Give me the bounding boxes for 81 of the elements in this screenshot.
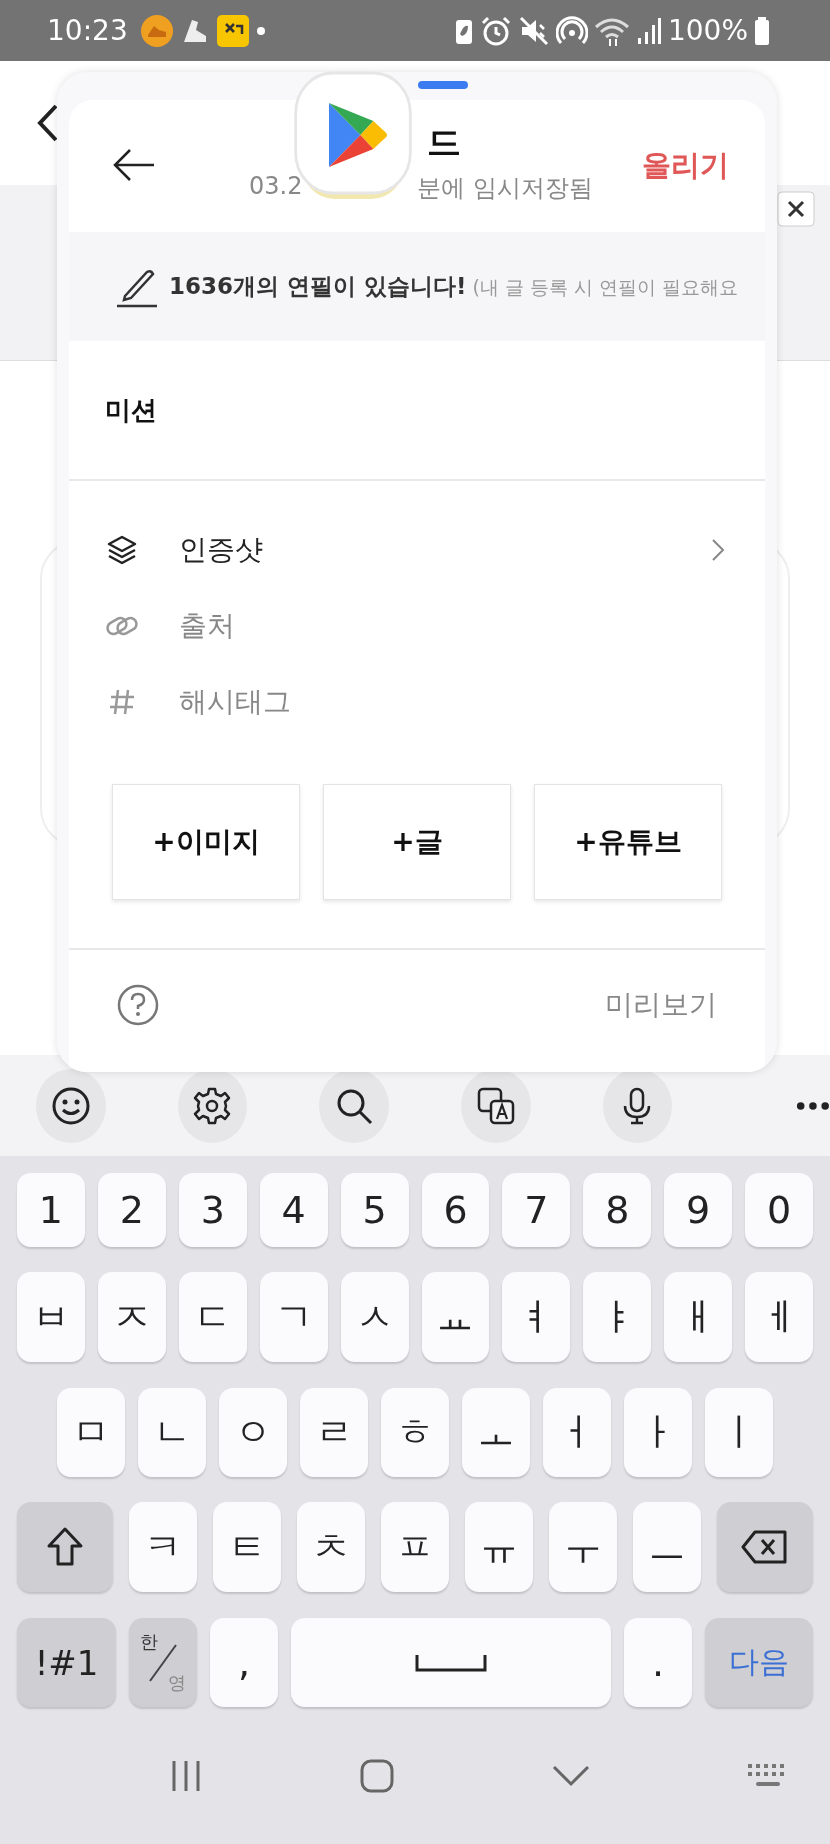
key[interactable]: ㅅ <box>340 1272 409 1362</box>
option-label: 해시태그 <box>179 684 292 720</box>
app-tile-icon <box>215 13 250 48</box>
key[interactable]: 4 <box>259 1173 328 1247</box>
key[interactable]: ㅈ <box>97 1272 166 1362</box>
more-icon[interactable] <box>796 1100 830 1111</box>
notification-icon <box>139 13 174 48</box>
key[interactable]: ㅗ <box>462 1388 530 1477</box>
drag-handle[interactable] <box>418 81 468 89</box>
dot-icon <box>255 25 266 36</box>
language-key[interactable]: 한 영 <box>129 1618 197 1707</box>
key[interactable]: ㅏ <box>624 1388 692 1477</box>
alarm-icon <box>479 14 512 47</box>
smiley-icon <box>50 1085 91 1126</box>
space-bar-icon <box>415 1652 487 1673</box>
back-arrow-icon[interactable] <box>112 147 156 183</box>
key[interactable]: ㅡ <box>633 1502 701 1592</box>
key[interactable]: ㅜ <box>549 1502 617 1592</box>
key[interactable]: ㅍ <box>381 1502 449 1592</box>
key[interactable]: 6 <box>421 1173 490 1247</box>
option-label: 출처 <box>179 608 236 644</box>
key[interactable]: 9 <box>664 1173 733 1247</box>
settings-icon <box>192 1085 233 1126</box>
battery-level: 100% <box>667 14 748 47</box>
key[interactable]: 0 <box>745 1173 814 1247</box>
option-label: 인증샷 <box>179 532 264 568</box>
key[interactable]: ㅑ <box>583 1272 652 1362</box>
option-row[interactable]: 해시태그 <box>69 664 765 740</box>
key[interactable]: ㄹ <box>300 1388 368 1477</box>
key[interactable]: 1 <box>17 1173 85 1247</box>
key[interactable]: 3 <box>178 1173 247 1247</box>
shift-key[interactable] <box>17 1502 113 1592</box>
key[interactable]: ㄱ <box>259 1272 328 1362</box>
key[interactable]: . <box>624 1618 692 1707</box>
key[interactable]: ㅇ <box>219 1388 287 1477</box>
layers-icon <box>105 534 139 566</box>
key[interactable]: ㅛ <box>421 1272 490 1362</box>
key[interactable]: 5 <box>340 1173 409 1247</box>
symbols-key[interactable]: !#1 <box>17 1618 116 1707</box>
signal-icon <box>635 15 662 46</box>
status-time: 10:23 <box>47 14 128 47</box>
key[interactable]: ㅊ <box>297 1502 365 1592</box>
option-row[interactable]: 인증샷 <box>69 512 765 588</box>
add-content-button[interactable]: +글 <box>323 784 511 900</box>
option-row[interactable]: 출처 <box>69 588 765 664</box>
pencil-count-text: 1636개의 연필이 있습니다! (내 글 등록 시 연필이 필요해요 <box>169 272 739 301</box>
chevron-right-icon <box>711 538 725 562</box>
key[interactable]: ㄴ <box>138 1388 206 1477</box>
key[interactable]: ㅔ <box>745 1272 814 1362</box>
key[interactable]: ㅋ <box>129 1502 197 1592</box>
home-icon[interactable] <box>359 1757 396 1794</box>
add-content-button[interactable]: +이미지 <box>112 784 300 900</box>
add-content-button[interactable]: +유튜브 <box>534 784 722 900</box>
key[interactable]: ㅐ <box>664 1272 733 1362</box>
mute-icon <box>517 14 550 47</box>
preview-button[interactable]: 미리보기 <box>605 986 717 1024</box>
translate-icon <box>475 1085 516 1126</box>
key[interactable]: ㅁ <box>57 1388 125 1477</box>
key[interactable]: ㅂ <box>17 1272 85 1362</box>
key[interactable]: ㅠ <box>465 1502 533 1592</box>
key[interactable]: 8 <box>583 1173 652 1247</box>
key[interactable]: ㅣ <box>705 1388 773 1477</box>
save-status: 분에 임시저장됨 <box>417 173 593 204</box>
key[interactable]: , <box>210 1618 278 1707</box>
help-icon[interactable] <box>117 984 159 1026</box>
page-title: 드 <box>427 121 461 164</box>
key[interactable]: ㅎ <box>381 1388 449 1477</box>
mission-label: 미션 <box>69 341 765 481</box>
backspace-icon <box>741 1529 789 1565</box>
key[interactable]: 2 <box>97 1173 166 1247</box>
submit-button[interactable]: 올리기 <box>642 146 729 186</box>
battery-icon <box>754 15 770 46</box>
back-icon[interactable] <box>36 103 60 143</box>
close-icon[interactable] <box>777 191 815 227</box>
backspace-key[interactable] <box>717 1502 813 1592</box>
key[interactable]: ㅓ <box>543 1388 611 1477</box>
key[interactable]: 7 <box>502 1173 571 1247</box>
save-status: 03.2 <box>249 172 303 200</box>
key[interactable]: ㅌ <box>213 1502 281 1592</box>
key[interactable]: ㅕ <box>502 1272 571 1362</box>
key[interactable]: ㄷ <box>178 1272 247 1362</box>
